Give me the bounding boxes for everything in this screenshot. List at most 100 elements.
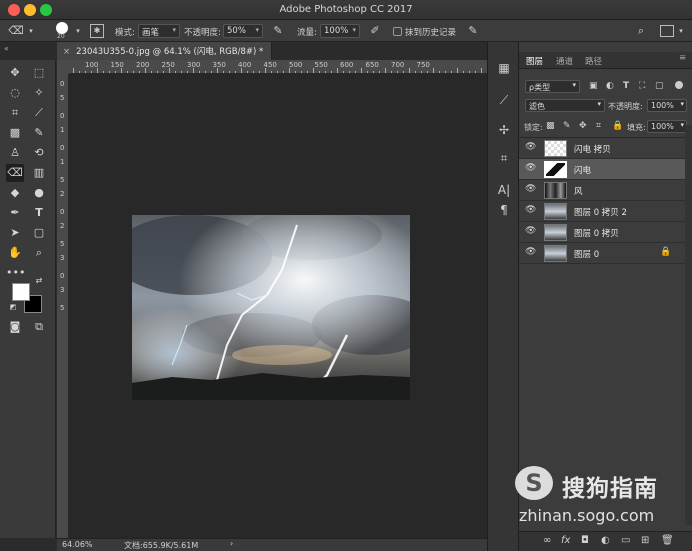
zoom-level[interactable]: 64.06%: [62, 540, 93, 549]
quick-mask-icon[interactable]: ◙: [6, 318, 24, 336]
canvas-area[interactable]: [69, 74, 487, 538]
layer-row[interactable]: 👁 图层 0 拷贝: [519, 222, 685, 243]
add-mask-icon[interactable]: ◘: [581, 535, 589, 546]
new-group-icon[interactable]: ▭: [621, 535, 630, 546]
crop-panel-icon[interactable]: ⌗: [496, 150, 512, 166]
brush-tool-icon[interactable]: ✎: [30, 124, 48, 142]
healing-brush-tool-icon[interactable]: ▩: [6, 124, 24, 142]
visibility-eye-icon[interactable]: 👁: [525, 163, 536, 173]
ruler-tick: [463, 71, 464, 73]
close-icon[interactable]: ×: [63, 47, 70, 57]
filter-toggle-icon[interactable]: [675, 81, 683, 89]
search-icon[interactable]: ⌕: [634, 24, 648, 38]
tab-layers[interactable]: 图层: [526, 55, 543, 67]
more-tools-icon[interactable]: •••: [6, 264, 25, 282]
flow-input[interactable]: 100% ▾: [320, 24, 360, 38]
magic-wand-tool-icon[interactable]: ✧: [30, 84, 48, 102]
filter-shape-icon[interactable]: ⛶: [639, 81, 645, 91]
hand-tool-icon[interactable]: ✋: [6, 244, 24, 262]
chevron-down-icon[interactable]: ▾: [74, 24, 82, 38]
visibility-eye-icon[interactable]: 👁: [525, 226, 536, 236]
libraries-panel-icon[interactable]: ✢: [496, 122, 512, 138]
eyedropper-tool-icon[interactable]: ⟋: [30, 104, 48, 122]
ruler-tick-label: 650: [365, 61, 379, 69]
visibility-eye-icon[interactable]: 👁: [525, 184, 536, 194]
default-colors-icon[interactable]: ◩: [8, 302, 18, 312]
airbrush-icon[interactable]: ✐: [368, 24, 382, 38]
lock-image-icon[interactable]: ✎: [563, 121, 571, 131]
layer-row[interactable]: 👁 图层 0 拷贝 2: [519, 201, 685, 222]
screen-mode-icon[interactable]: ⧉: [30, 318, 48, 336]
gradient-tool-icon[interactable]: ▥: [30, 164, 48, 182]
visibility-eye-icon[interactable]: 👁: [525, 142, 536, 152]
layers-scrollbar[interactable]: [685, 125, 692, 525]
chevron-down-icon[interactable]: ▾: [676, 24, 686, 38]
type-tool-icon[interactable]: T: [30, 204, 48, 222]
crop-tool-icon[interactable]: ⌗: [6, 104, 24, 122]
ruler-tick: [85, 71, 86, 73]
document-image[interactable]: [132, 215, 410, 400]
marquee-tool-icon[interactable]: ⬚: [30, 64, 48, 82]
eraser-tool-icon[interactable]: ⌫: [6, 164, 24, 182]
workspace-icon[interactable]: [660, 25, 674, 37]
clone-stamp-tool-icon[interactable]: ♙: [6, 144, 24, 162]
layer-name: 图层 0 拷贝 2: [574, 208, 627, 218]
status-menu-arrow-icon[interactable]: ›: [230, 539, 233, 548]
layer-filter-select[interactable]: ρ类型 ▾: [525, 80, 580, 93]
history-brush-tool-icon[interactable]: ⟲: [30, 144, 48, 162]
layer-row[interactable]: 👁 风: [519, 180, 685, 201]
layer-row[interactable]: 👁 图层 0 🔒: [519, 243, 685, 264]
adjustments-panel-icon[interactable]: ⟋: [496, 92, 512, 108]
tab-paths[interactable]: 路径: [585, 55, 602, 67]
filter-type-icon[interactable]: T: [623, 81, 629, 91]
color-panel-icon[interactable]: ▦: [496, 60, 512, 76]
lock-artboard-icon[interactable]: ⌗: [596, 121, 601, 131]
zoom-tool-icon[interactable]: ⌕: [30, 244, 48, 262]
link-layers-icon[interactable]: ∞: [543, 535, 551, 546]
pen-tool-icon[interactable]: ✒: [6, 204, 24, 222]
path-selection-tool-icon[interactable]: ➤: [6, 224, 24, 242]
rectangle-tool-icon[interactable]: ▢: [30, 224, 48, 242]
layer-row[interactable]: 👁 闪电 拷贝: [519, 138, 685, 159]
paragraph-panel-icon[interactable]: ¶: [496, 202, 512, 218]
lock-position-icon[interactable]: ✥: [579, 121, 587, 131]
character-panel-icon[interactable]: A|: [496, 182, 512, 198]
pressure-size-icon[interactable]: ✎: [466, 24, 480, 38]
foreground-color-swatch[interactable]: [12, 283, 30, 301]
move-tool-icon[interactable]: ✥: [6, 64, 24, 82]
chevron-down-icon[interactable]: ▾: [26, 24, 36, 38]
blend-mode-select[interactable]: 滤色 ▾: [525, 99, 605, 112]
dodge-tool-icon[interactable]: ●: [30, 184, 48, 202]
tab-channels[interactable]: 通道: [556, 55, 573, 67]
collapse-tools-icon[interactable]: «: [4, 44, 9, 53]
ruler-tick: [427, 71, 428, 73]
adjustment-layer-icon[interactable]: ◐: [601, 535, 610, 546]
fill-input[interactable]: 100% ▾: [647, 120, 687, 133]
lasso-tool-icon[interactable]: ◌: [6, 84, 24, 102]
blur-tool-icon[interactable]: ◆: [6, 184, 24, 202]
layer-style-icon[interactable]: fx: [561, 535, 570, 546]
opacity-input[interactable]: 50% ▾: [223, 24, 263, 38]
ruler-tick: [229, 71, 230, 73]
eraser-tool-preset-icon[interactable]: ⌫: [8, 24, 24, 38]
layer-opacity-input[interactable]: 100% ▾: [647, 99, 687, 112]
visibility-eye-icon[interactable]: 👁: [525, 247, 536, 257]
pressure-opacity-icon[interactable]: ✎: [271, 24, 285, 38]
panel-menu-icon[interactable]: ≡: [679, 53, 686, 63]
visibility-eye-icon[interactable]: 👁: [525, 205, 536, 215]
filter-adjustment-icon[interactable]: ◐: [606, 81, 614, 91]
document-tab[interactable]: × 23043U355-0.jpg @ 64.1% (闪电, RGB/8#) *: [57, 42, 272, 60]
ruler-tick: [265, 68, 266, 73]
erase-to-history-label: 抹到历史记录: [405, 28, 457, 38]
lock-transparent-icon[interactable]: ▩: [546, 121, 555, 131]
lock-all-icon[interactable]: 🔒: [612, 121, 623, 131]
erase-to-history-checkbox[interactable]: [393, 27, 402, 36]
filter-pixel-icon[interactable]: ▣: [589, 81, 598, 91]
filter-smart-object-icon[interactable]: ▢: [655, 81, 664, 91]
swap-colors-icon[interactable]: ⇄: [34, 276, 44, 286]
mode-select[interactable]: 画笔 ▾: [138, 24, 180, 38]
brush-panel-icon[interactable]: ✱: [90, 24, 104, 38]
new-layer-icon[interactable]: ⊞: [641, 535, 649, 546]
layer-row-selected[interactable]: 👁 闪电: [519, 159, 685, 180]
delete-layer-icon[interactable]: 🗑: [661, 535, 674, 546]
